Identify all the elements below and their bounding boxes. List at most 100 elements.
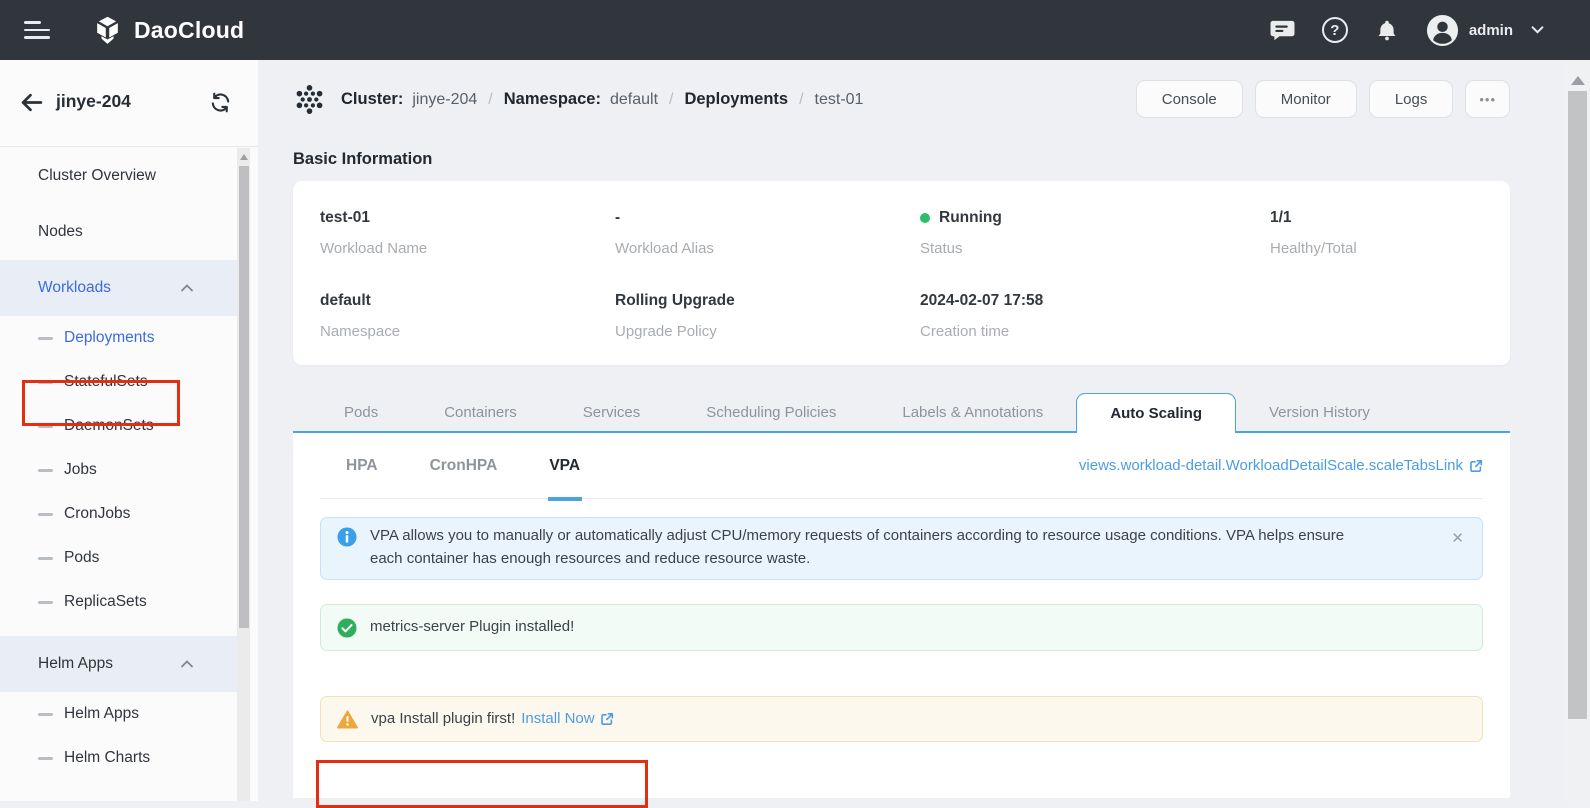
sidebar-item-label: ReplicaSets [64, 593, 147, 611]
breadcrumb-separator: / [477, 91, 503, 109]
field-label: Status [920, 239, 1270, 258]
vpa-info-line1: VPA allows you to manually or automatica… [370, 525, 1429, 548]
sidebar-group-label: Helm Apps [38, 655, 113, 673]
logs-button[interactable]: Logs [1369, 80, 1454, 118]
topbar: DaoCloud ? admin [0, 0, 1590, 60]
messages-icon[interactable] [1270, 19, 1295, 42]
user-menu[interactable]: admin [1426, 14, 1544, 47]
scale-tabs-link[interactable]: views.workload-detail.WorkloadDetailScal… [1079, 457, 1483, 474]
dash-icon [38, 757, 53, 760]
sidebar-item-jobs[interactable]: Jobs [0, 448, 237, 492]
field-workload-name: test-01 Workload Name [320, 207, 615, 258]
brand-logo: DaoCloud [92, 15, 244, 46]
sidebar-item-cronjobs[interactable]: CronJobs [0, 492, 237, 536]
scroll-up-arrow-icon[interactable] [240, 154, 248, 160]
notifications-bell-icon[interactable] [1375, 19, 1399, 42]
dash-icon [38, 469, 53, 472]
scroll-up-arrow-icon[interactable] [1571, 76, 1585, 85]
sidebar-group-helm-apps[interactable]: Helm Apps [0, 636, 237, 692]
cluster-title: jinye-204 [56, 91, 131, 112]
sidebar-item-label: Helm Apps [64, 705, 139, 723]
sidebar-menu: Cluster Overview Nodes Workloads Deploym… [0, 148, 237, 801]
warning-alert-text: vpa Install plugin first! [371, 708, 515, 731]
field-value: - [615, 207, 920, 229]
tab-auto-scaling[interactable]: Auto Scaling [1076, 393, 1236, 433]
page-scrollbar[interactable] [1566, 60, 1590, 801]
dash-icon [38, 557, 53, 560]
back-arrow-icon[interactable] [20, 92, 43, 113]
vpa-info-alert: VPA allows you to manually or automatica… [320, 517, 1483, 580]
close-icon[interactable]: ✕ [1451, 528, 1464, 551]
tab-scheduling-policies[interactable]: Scheduling Policies [673, 393, 869, 431]
tab-version-history[interactable]: Version History [1236, 393, 1403, 431]
field-label: Healthy/Total [1270, 239, 1510, 258]
vpa-info-line2: each container has enough resources and … [370, 548, 1429, 571]
chevron-down-icon [1531, 26, 1544, 34]
sidebar-item-label: CronJobs [64, 505, 130, 523]
breadcrumb-cluster-value[interactable]: jinye-204 [412, 91, 477, 109]
field-value: 2024-02-07 17:58 [920, 290, 1270, 312]
more-actions-button[interactable]: ••• [1465, 80, 1510, 118]
brand-name: DaoCloud [134, 17, 244, 44]
menu-icon[interactable] [24, 16, 50, 44]
status-badge: Running [939, 207, 1002, 229]
field-value: 1/1 [1270, 207, 1510, 229]
sidebar-item-label: StatefulSets [64, 373, 148, 391]
tab-containers[interactable]: Containers [411, 393, 550, 431]
sidebar-item-deployments[interactable]: Deployments [0, 316, 237, 360]
scrollbar-thumb[interactable] [1568, 91, 1587, 719]
page-header: Cluster: jinye-204 / Namespace: default … [293, 78, 1510, 120]
subtab-hpa[interactable]: HPA [346, 433, 378, 499]
sidebar-item-label: Cluster Overview [38, 167, 156, 185]
subtab-cronhpa[interactable]: CronHPA [430, 433, 498, 499]
sidebar-item-daemonsets[interactable]: DaemonSets [0, 404, 237, 448]
detail-tabs: Pods Containers Services Scheduling Poli… [293, 393, 1510, 433]
sidebar-item-label: DaemonSets [64, 417, 154, 435]
vpa-info-text: VPA allows you to manually or automatica… [370, 525, 1429, 570]
sidebar-item-helm-charts[interactable]: Helm Charts [0, 736, 237, 780]
sidebar-item-statefulsets[interactable]: StatefulSets [0, 360, 237, 404]
subtab-vpa[interactable]: VPA [549, 433, 580, 499]
install-now-label: Install Now [521, 708, 594, 731]
field-status: Running Status [920, 207, 1270, 258]
help-icon[interactable]: ? [1322, 17, 1348, 43]
sidebar-item-replicasets[interactable]: ReplicaSets [0, 580, 237, 624]
breadcrumb-namespace-value[interactable]: default [610, 91, 658, 109]
external-link-icon [1469, 459, 1483, 473]
tab-pods[interactable]: Pods [311, 393, 411, 431]
tab-labels-annotations[interactable]: Labels & Annotations [869, 393, 1076, 431]
install-now-link[interactable]: Install Now [521, 708, 613, 731]
vpa-warning-alert: vpa Install plugin first! Install Now [320, 696, 1483, 743]
scrollbar-thumb[interactable] [239, 166, 249, 628]
sidebar-item-cluster-overview[interactable]: Cluster Overview [0, 148, 237, 204]
info-icon [337, 527, 357, 547]
breadcrumb-section[interactable]: Deployments [684, 90, 788, 109]
chevron-up-icon [181, 284, 193, 292]
field-value: Rolling Upgrade [615, 290, 920, 312]
tab-services[interactable]: Services [550, 393, 674, 431]
sidebar-item-pods[interactable]: Pods [0, 536, 237, 580]
breadcrumb-cluster-key: Cluster: [341, 90, 403, 109]
field-creation-time: 2024-02-07 17:58 Creation time [920, 290, 1270, 341]
basic-information-title: Basic Information [293, 150, 1510, 169]
sidebar-item-nodes[interactable]: Nodes [0, 204, 237, 260]
monitor-button[interactable]: Monitor [1255, 80, 1357, 118]
refresh-icon[interactable] [209, 91, 232, 114]
sidebar-item-label: Jobs [64, 461, 97, 479]
sidebar-item-label: Helm Charts [64, 749, 150, 767]
daocloud-cube-icon [92, 15, 123, 46]
sidebar-scrollbar[interactable] [237, 148, 250, 801]
success-check-icon [337, 618, 357, 638]
sidebar-group-label: Workloads [38, 279, 111, 297]
sidebar-group-workloads[interactable]: Workloads [0, 260, 237, 316]
external-link-icon [600, 712, 614, 726]
sidebar-item-label: Deployments [64, 329, 154, 347]
console-button[interactable]: Console [1136, 80, 1243, 118]
field-label: Workload Name [320, 239, 615, 258]
success-alert-text: metrics-server Plugin installed! [370, 616, 574, 639]
breadcrumb-separator: / [658, 91, 684, 109]
dash-icon [38, 713, 53, 716]
breadcrumb-separator: / [788, 91, 814, 109]
sidebar-item-helm-apps[interactable]: Helm Apps [0, 692, 237, 736]
field-value: test-01 [320, 207, 615, 229]
